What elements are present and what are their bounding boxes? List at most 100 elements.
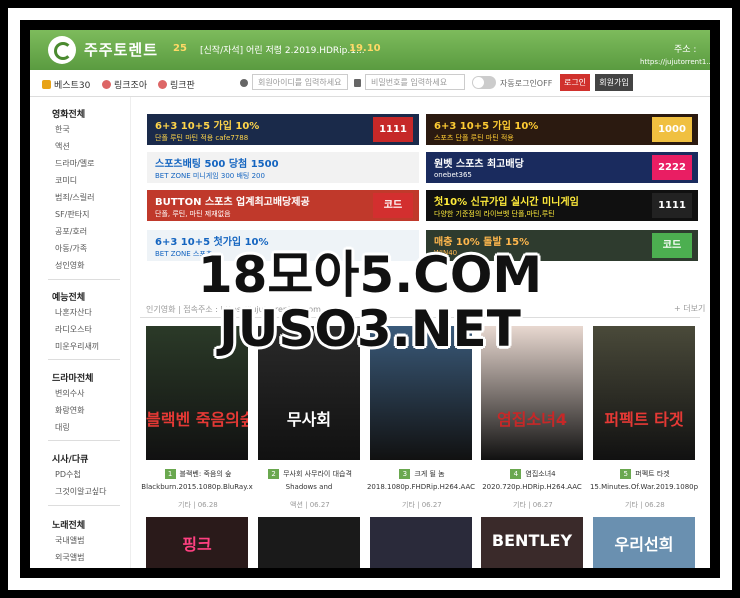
sidebar-divider xyxy=(48,359,120,360)
movie-title-link[interactable]: 2 무사회 사무라이 대습격 xyxy=(254,469,366,479)
ad-banner-badge: 1000 xyxy=(652,117,692,142)
movie-meta: 액션 | 06.27 xyxy=(290,501,330,509)
nav-best-label: 베스트30 xyxy=(54,81,91,91)
nav-best[interactable]: 베스트30 xyxy=(42,78,90,91)
poster-title-art: 퍼펙트 타겟 xyxy=(604,410,684,429)
ticker-text[interactable]: [신작/자석] 어린 저령 2.2019.HDRip.1... xyxy=(200,43,365,56)
movie-poster[interactable]: BENTLEY xyxy=(481,517,583,568)
ad-banner[interactable]: 첫10% 신규가입 실시간 미니게임 다양한 기준점의 라이브벳 단폴,마틴,루틴… xyxy=(426,190,698,221)
ad-banner-title: 스포츠배팅 500 당첨 1500 xyxy=(155,159,279,170)
sidebar-item[interactable]: 외국앨범 xyxy=(55,552,84,563)
ticker-rank: 25 xyxy=(173,43,187,54)
movie-release-name[interactable]: 15.Minutes.Of.War.2019.1080p xyxy=(586,483,702,491)
movie-poster[interactable]: 핑크 xyxy=(146,517,248,568)
sidebar-item[interactable]: SF/판타지 xyxy=(55,209,89,220)
rank-badge: 5 xyxy=(620,469,632,479)
sidebar-item[interactable]: 드라마/멜로 xyxy=(55,158,95,169)
top-nav: 베스트30 링크조아 링크판 회원아이디를 입력하세요 비밀번호를 입력하세요 … xyxy=(30,70,710,97)
user-icon xyxy=(240,79,248,87)
watermark-line-2: JUSO3.NET xyxy=(219,300,521,358)
ad-banner-badge: 코드 1001 xyxy=(373,193,413,218)
sidebar-item[interactable]: 변의수사 xyxy=(55,388,84,399)
poster-title-art: 무사회 xyxy=(286,410,332,429)
ad-banner-subtitle: 단폴 루틴 마틴 적용 cafe7788 xyxy=(155,134,249,142)
sidebar-item[interactable]: 화랑연화 xyxy=(55,405,84,416)
movie-release-name[interactable]: Blackburn.2015.1080p.BluRay.x xyxy=(139,483,255,491)
movie-title-link[interactable]: 1 블랙벤: 죽음의 숲 xyxy=(142,469,254,479)
movie-poster[interactable]: 우리선희 xyxy=(593,517,695,568)
movie-title-link[interactable]: 5 퍼펙트 타겟 xyxy=(589,469,701,479)
movie-release-name[interactable]: 2020.720p.HDRip.H264.AAC xyxy=(474,483,590,491)
ad-banner[interactable]: BUTTON 스포츠 업계최고배당제공단폴, 루틴, 마틴 제재없음 코드 100… xyxy=(147,190,419,221)
ad-banner-badge: 1111 xyxy=(652,193,692,218)
ad-banner-title: 첫10% 신규가입 실시간 미니게임 xyxy=(434,197,579,208)
movie-title: 무사회 사무라이 대습격 xyxy=(283,470,352,478)
ad-banner[interactable]: 6+3 10+5 가입 10% 단폴 루틴 마틴 적용 cafe7788 1111 xyxy=(147,114,419,145)
sidebar-divider xyxy=(48,440,120,441)
sidebar-category-music[interactable]: 노래전체 xyxy=(52,518,85,531)
poster-title-art: 우리선희 xyxy=(614,535,674,554)
site-header: 주주토렌트 25 [신작/자석] 어린 저령 2.2019.HDRip.1...… xyxy=(30,30,710,70)
movie-title-link[interactable]: 4 염집소녀4 xyxy=(477,469,589,479)
ad-banner-badge: 1111 xyxy=(373,117,413,142)
poster-title-art: 블랙벤 죽음의숲 xyxy=(146,410,248,429)
lock-icon xyxy=(354,79,361,87)
sidebar-item[interactable]: PD수첩 xyxy=(55,469,81,480)
movie-title: 크게 될 놈 xyxy=(414,470,445,478)
ad-banner-badge: 2222 xyxy=(652,155,692,180)
id-input[interactable]: 회원아이디를 입력하세요 xyxy=(252,74,348,90)
ad-banner[interactable]: 원벳 스포츠 최고배당 onebet365 2222 xyxy=(426,152,698,183)
movie-meta: 기타 | 06.27 xyxy=(513,501,553,509)
poster-title-art: 핑크 xyxy=(182,535,212,554)
nav-link-collection-label: 링크조아 xyxy=(114,81,148,91)
poster-title-art: BENTLEY xyxy=(491,531,573,550)
ad-banner-title: 원벳 스포츠 최고배당 xyxy=(434,159,524,170)
ad-banner-subtitle: BET ZONE 미니게임 300 배팅 200 xyxy=(155,172,265,180)
link-icon xyxy=(158,80,167,89)
rank-badge: 2 xyxy=(268,469,280,479)
auto-login-toggle[interactable] xyxy=(472,76,496,89)
sidebar-divider xyxy=(48,505,120,506)
movie-title: 블랙벤: 죽음의 숲 xyxy=(179,470,232,478)
movie-title: 염집소녀4 xyxy=(525,470,556,478)
movie-title-link[interactable]: 3 크게 될 놈 xyxy=(366,469,478,479)
sidebar-item[interactable]: 범죄/스릴러 xyxy=(55,192,95,203)
ad-banner-subtitle: 단폴, 루틴, 마틴 제재없음 xyxy=(155,210,231,218)
join-button[interactable]: 회원가입 xyxy=(595,74,633,91)
auto-login-label: 자동로그인OFF xyxy=(500,79,553,88)
rank-badge: 3 xyxy=(399,469,411,479)
movie-poster[interactable] xyxy=(370,517,472,568)
ad-banner[interactable]: 스포츠배팅 500 당첨 1500 BET ZONE 미니게임 300 배팅 20… xyxy=(147,152,419,183)
movie-meta: 기타 | 06.28 xyxy=(178,501,218,509)
logo-icon[interactable] xyxy=(48,36,76,64)
sidebar-item[interactable]: 한국 xyxy=(55,124,70,135)
sidebar-category-movies[interactable]: 영화전체 xyxy=(52,107,85,120)
nav-link-board-label: 링크판 xyxy=(170,81,195,91)
ad-banner-title: 6+3 10+5 가입 10% xyxy=(155,121,260,132)
address-url[interactable]: https://jujutorrent1... xyxy=(640,58,710,66)
sidebar-item[interactable]: 코미디 xyxy=(55,175,77,186)
nav-link-collection[interactable]: 링크조아 xyxy=(102,78,147,91)
sidebar-item[interactable]: 그것이알고싶다 xyxy=(55,486,107,497)
sidebar-item[interactable]: 대링 xyxy=(55,422,70,433)
ad-banner-title: BUTTON 스포츠 업계최고배당제공 xyxy=(155,197,310,208)
sidebar-category-current[interactable]: 시사/다큐 xyxy=(52,452,88,465)
watermark-line-1: 18모아5.COM xyxy=(197,246,543,304)
sidebar-item[interactable]: 액션 xyxy=(55,141,70,152)
ticker-number: 19.10 xyxy=(349,43,381,54)
movie-release-name[interactable]: Shadows and xyxy=(251,483,367,491)
movie-meta: 기타 | 06.28 xyxy=(625,501,665,509)
sidebar-item[interactable]: 국내앨범 xyxy=(55,535,84,546)
login-button[interactable]: 로그인 xyxy=(560,74,590,91)
ad-banner[interactable]: 6+3 10+5 가입 10% 스포츠 단폴 루틴 마틴 적용 1000 xyxy=(426,114,698,145)
movie-release-name[interactable]: 2018.1080p.FHDRip.H264.AAC xyxy=(363,483,479,491)
sidebar-category-drama[interactable]: 드라마전체 xyxy=(52,371,93,384)
movie-poster[interactable] xyxy=(258,517,360,568)
password-input[interactable]: 비밀번호를 입력하세요 xyxy=(365,74,465,90)
movie-meta: 기타 | 06.27 xyxy=(402,501,442,509)
site-logo-text[interactable]: 주주토렌트 xyxy=(84,39,158,60)
ad-banner-subtitle: onebet365 xyxy=(434,171,472,179)
poster-title-art: 염집소녀4 xyxy=(496,410,567,429)
nav-link-board[interactable]: 링크판 xyxy=(158,78,195,91)
link-icon xyxy=(102,80,111,89)
